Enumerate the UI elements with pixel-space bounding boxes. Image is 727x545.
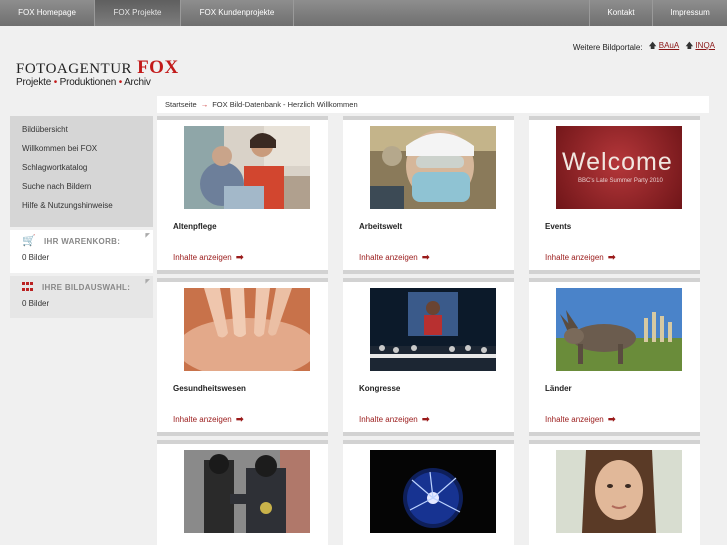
nav-impressum[interactable]: Impressum — [653, 0, 727, 26]
arrow-right-icon: ➡ — [235, 414, 244, 424]
nav-fox-projekte[interactable]: FOX Projekte — [95, 0, 181, 26]
category-card-altenpflege[interactable]: Altenpflege Inhalte anzeigen ➡ — [157, 116, 328, 274]
photo-portrait[interactable] — [556, 450, 682, 533]
show-content-label: Inhalte anzeigen — [359, 415, 418, 424]
selection-box: ◤ IHRE BILDAUSWAHL: 0 Bilder — [10, 276, 153, 318]
logo-projekte: Projekte — [16, 77, 52, 88]
arrow-right-icon: ➡ — [607, 414, 616, 424]
show-content-label: Inhalte anzeigen — [359, 253, 418, 262]
show-content-label: Inhalte anzeigen — [545, 253, 604, 262]
logo-archiv: Archiv — [124, 77, 151, 88]
card-title: Gesundheitswesen — [173, 384, 246, 393]
sidebar-item-suche[interactable]: Suche nach Bildern — [10, 177, 153, 196]
cart-box: ◤ 🛒 IHR WARENKORB: 0 Bilder — [10, 230, 153, 273]
logo-produktionen: Produktionen — [59, 77, 117, 88]
selection-title: IHRE BILDAUSWAHL: — [42, 282, 131, 292]
corner-mark: ◤ — [145, 279, 150, 285]
portal-inqa[interactable]: 🡅 INQA — [685, 40, 715, 54]
photo-gesundheitswesen[interactable] — [184, 288, 310, 371]
portal-link-inqa[interactable]: INQA — [695, 41, 715, 50]
nav-fox-kundenprojekte[interactable]: FOX Kundenprojekte — [181, 0, 294, 26]
logo-fox: FOX — [137, 57, 179, 78]
category-card-kongresse[interactable]: Kongresse Inhalte anzeigen ➡ — [343, 278, 514, 436]
card-title: Altenpflege — [173, 222, 217, 231]
show-content-label: Inhalte anzeigen — [173, 253, 232, 262]
sidebar-item-willkommen[interactable]: Willkommen bei FOX — [10, 139, 153, 158]
cart-title: IHR WARENKORB: — [44, 236, 121, 246]
sidebar-item-hilfe[interactable]: Hilfe & Nutzungshinweise — [10, 196, 153, 215]
category-card-gesundheitswesen[interactable]: Gesundheitswesen Inhalte anzeigen ➡ — [157, 278, 328, 436]
arrow-right-icon: → — [200, 100, 209, 109]
show-content-link[interactable]: Inhalte anzeigen ➡ — [545, 414, 616, 425]
card-title: Arbeitswelt — [359, 222, 403, 231]
photo-welcome-text: Welcome — [562, 148, 673, 176]
portal-link-baua[interactable]: BAuA — [659, 41, 679, 50]
photo-kongresse[interactable] — [370, 288, 496, 371]
portal-baua[interactable]: 🡅 BAuA — [649, 40, 680, 54]
photo-arbeitswelt[interactable] — [370, 126, 496, 209]
photo-plasma[interactable] — [370, 450, 496, 533]
cart-count: 0 Bilder — [22, 253, 50, 262]
arrow-up-icon: 🡅 — [648, 41, 657, 50]
category-card-arbeitswelt[interactable]: Arbeitswelt Inhalte anzeigen ➡ — [343, 116, 514, 274]
logo-agency: Fotoagentur — [16, 61, 133, 77]
show-content-label: Inhalte anzeigen — [173, 415, 232, 424]
category-card-row3-2[interactable] — [343, 440, 514, 545]
sidebar: Bildübersicht Willkommen bei FOX Schlagw… — [10, 116, 153, 318]
show-content-link[interactable]: Inhalte anzeigen ➡ — [173, 252, 244, 263]
category-card-row3-1[interactable] — [157, 440, 328, 545]
sidebar-menu: Bildübersicht Willkommen bei FOX Schlagw… — [10, 116, 153, 227]
card-title: Kongresse — [359, 384, 401, 393]
category-card-events[interactable]: Welcome BBC's Late Summer Party 2010 Eve… — [529, 116, 700, 274]
category-card-laender[interactable]: Länder Inhalte anzeigen ➡ — [529, 278, 700, 436]
photo-events[interactable]: Welcome BBC's Late Summer Party 2010 — [556, 126, 682, 209]
other-portals: Weitere Bildportale: 🡅 BAuA 🡅 INQA — [573, 40, 715, 54]
corner-mark: ◤ — [145, 233, 150, 239]
breadcrumb-home[interactable]: Startseite — [165, 100, 197, 109]
nav-kontakt[interactable]: Kontakt — [589, 0, 653, 26]
arrow-right-icon: ➡ — [421, 252, 430, 262]
photo-welcome-subtext: BBC's Late Summer Party 2010 — [578, 178, 663, 184]
breadcrumb: Startseite → FOX Bild-Datenbank - Herzlich… — [157, 96, 709, 113]
nav-fox-homepage[interactable]: FOX Homepage — [0, 0, 95, 26]
arrow-right-icon: ➡ — [607, 252, 616, 262]
arrow-up-icon: 🡅 — [685, 41, 694, 50]
portals-label: Weitere Bildportale: — [572, 42, 643, 52]
show-content-link[interactable]: Inhalte anzeigen ➡ — [359, 252, 430, 263]
arrow-right-icon: ➡ — [421, 414, 430, 424]
sidebar-item-schlagwortkatalog[interactable]: Schlagwortkatalog — [10, 158, 153, 177]
breadcrumb-current: FOX Bild-Datenbank - Herzlich Willkommen — [212, 100, 358, 109]
show-content-label: Inhalte anzeigen — [545, 415, 604, 424]
grid-icon — [22, 282, 34, 292]
sidebar-item-bilduebersicht[interactable]: Bildübersicht — [10, 120, 153, 139]
photo-altenpflege[interactable] — [184, 126, 310, 209]
photo-laender[interactable] — [556, 288, 682, 371]
arrow-right-icon: ➡ — [235, 252, 244, 262]
card-title: Länder — [545, 384, 572, 393]
show-content-link[interactable]: Inhalte anzeigen ➡ — [359, 414, 430, 425]
show-content-link[interactable]: Inhalte anzeigen ➡ — [173, 414, 244, 425]
cart-icon: 🛒 — [22, 235, 36, 247]
show-content-link[interactable]: Inhalte anzeigen ➡ — [545, 252, 616, 263]
category-card-row3-3[interactable] — [529, 440, 700, 545]
top-navigation: FOX Homepage FOX Projekte FOX Kundenproj… — [0, 0, 727, 26]
logo[interactable]: Fotoagentur FOX Projekte • Produktionen … — [16, 57, 179, 88]
photo-police[interactable] — [184, 450, 310, 533]
card-title: Events — [545, 222, 572, 231]
selection-count: 0 Bilder — [22, 299, 50, 308]
